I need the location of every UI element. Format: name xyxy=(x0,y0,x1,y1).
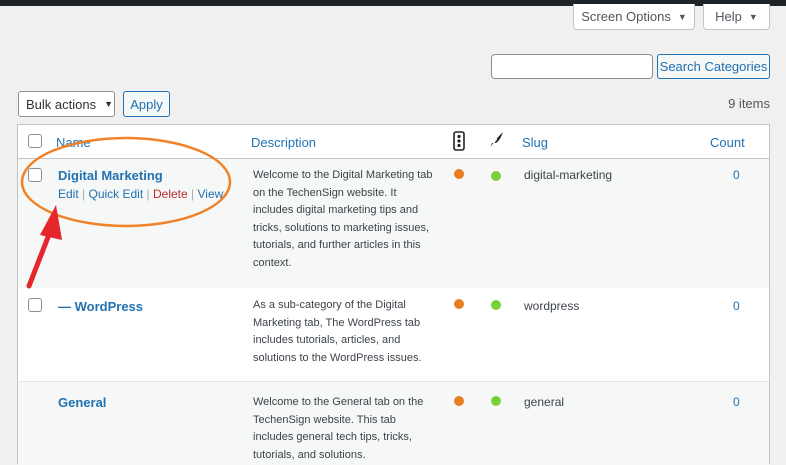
search-categories-button[interactable]: Search Categories xyxy=(657,54,770,79)
seo-status-dot xyxy=(491,396,501,406)
screen-options-label: Screen Options xyxy=(581,9,671,24)
view-link[interactable]: View xyxy=(198,187,224,201)
caret-down-icon: ▼ xyxy=(677,11,687,22)
separator: | xyxy=(82,187,86,201)
help-button[interactable]: Help ▼ xyxy=(703,4,770,30)
separator: | xyxy=(191,187,195,201)
column-slug-header[interactable]: Slug xyxy=(522,135,548,150)
select-all-checkbox[interactable] xyxy=(28,134,42,148)
category-slug: digital-marketing xyxy=(524,168,613,182)
edit-link[interactable]: Edit xyxy=(58,187,79,201)
help-label: Help xyxy=(715,9,742,24)
readability-status-dot xyxy=(454,299,464,309)
categories-table: Name Description Slug Count Digital Mark… xyxy=(17,124,770,465)
bulk-actions-value: Bulk actions xyxy=(26,96,97,112)
separator: | xyxy=(146,187,150,201)
column-count-header[interactable]: Count xyxy=(710,135,745,150)
row-actions: Edit | Quick Edit | Delete | View xyxy=(58,187,223,201)
category-name-link[interactable]: — WordPress xyxy=(58,299,143,314)
category-description: As a sub-category of the Digital Marketi… xyxy=(253,299,422,364)
seo-status-dot xyxy=(491,171,501,181)
table-row: — WordPress As a sub-category of the Dig… xyxy=(18,288,769,382)
column-description-header[interactable]: Description xyxy=(251,135,316,150)
readability-status-dot xyxy=(454,396,464,406)
caret-down-icon: ▼ xyxy=(748,11,758,22)
delete-link[interactable]: Delete xyxy=(153,187,188,201)
category-name-link[interactable]: General xyxy=(58,395,106,410)
category-description: Welcome to the General tab on the Techen… xyxy=(253,396,424,461)
table-row: Digital Marketing Edit | Quick Edit | De… xyxy=(18,159,769,288)
row-checkbox[interactable] xyxy=(28,298,42,312)
bulk-actions-select[interactable]: Bulk actions ▼ xyxy=(18,91,115,117)
feather-icon xyxy=(489,132,503,149)
screen-options-button[interactable]: Screen Options ▼ xyxy=(573,4,695,30)
category-description: Welcome to the Digital Marketing tab on … xyxy=(253,169,433,269)
category-count-link[interactable]: 0 xyxy=(733,299,740,313)
category-count-link[interactable]: 0 xyxy=(733,168,740,182)
category-name-link[interactable]: Digital Marketing xyxy=(58,168,163,183)
table-header: Name Description Slug Count xyxy=(18,125,769,159)
category-slug: general xyxy=(524,395,565,409)
seo-status-dot xyxy=(491,300,501,310)
readability-status-dot xyxy=(454,169,464,179)
row-checkbox[interactable] xyxy=(28,168,42,182)
category-slug: wordpress xyxy=(524,299,580,313)
items-count: 9 items xyxy=(728,96,770,111)
apply-button[interactable]: Apply xyxy=(123,91,170,117)
search-input[interactable] xyxy=(491,54,653,79)
traffic-light-icon xyxy=(453,131,465,151)
chevron-down-icon: ▼ xyxy=(104,99,114,109)
table-row: General Welcome to the General tab on th… xyxy=(18,382,769,465)
column-name-header[interactable]: Name xyxy=(56,135,91,150)
quick-edit-link[interactable]: Quick Edit xyxy=(89,187,144,201)
category-count-link[interactable]: 0 xyxy=(733,395,740,409)
